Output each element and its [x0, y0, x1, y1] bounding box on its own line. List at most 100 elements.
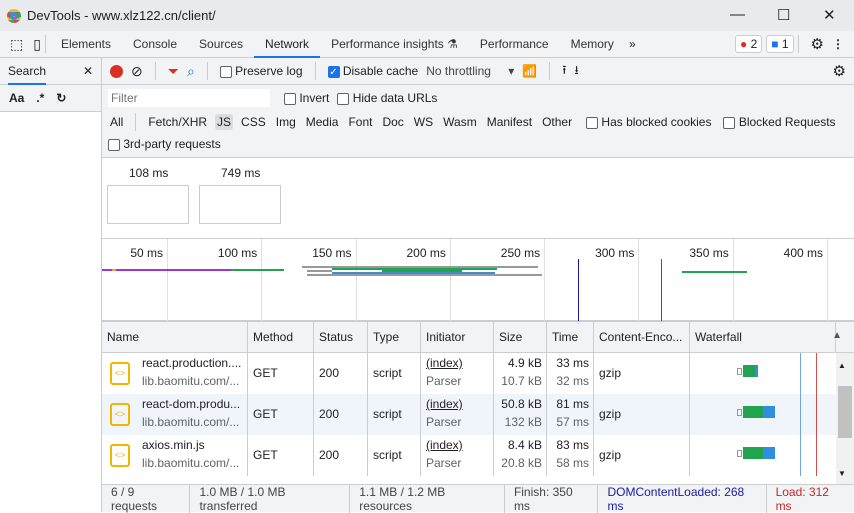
column-header[interactable]: Initiator: [421, 322, 494, 353]
cell: GET: [248, 394, 314, 435]
tab-performance-insights[interactable]: Performance insights ⚗: [320, 31, 469, 58]
waterfall-queue: [737, 409, 742, 416]
network-settings-icon[interactable]: ⚙: [833, 62, 846, 80]
tab-network[interactable]: Network: [254, 31, 321, 58]
clear-icon[interactable]: ⊘: [131, 63, 143, 80]
search-icon[interactable]: ⌕: [187, 63, 195, 80]
more-tabs-icon[interactable]: »: [629, 37, 636, 51]
cell: [690, 435, 836, 476]
filter-icon[interactable]: ⏷: [168, 63, 179, 80]
cell: 33 ms 32 ms: [547, 353, 594, 394]
tab-performance[interactable]: Performance: [469, 31, 560, 58]
messages-badge[interactable]: ■ 1: [766, 35, 794, 53]
column-header[interactable]: Content-Enco...: [594, 322, 690, 353]
device-toolbar-icon[interactable]: ▯: [33, 36, 41, 53]
settings-gear-icon[interactable]: ⚙: [811, 35, 824, 53]
filter-type-manifest[interactable]: Manifest: [485, 114, 534, 130]
resource-size: 20.8 kB: [501, 456, 542, 470]
timeline-bar: [232, 269, 284, 271]
tab-sources[interactable]: Sources: [188, 31, 254, 58]
tab-console[interactable]: Console: [122, 31, 188, 58]
third-party-checkbox[interactable]: 3rd-party requests: [108, 137, 221, 151]
search-tab[interactable]: Search: [8, 58, 47, 85]
screenshot-time: 749 ms: [221, 166, 261, 180]
minimize-button[interactable]: —: [730, 6, 745, 23]
search-panel: Search ✕ Aa .* ↻: [0, 58, 102, 512]
filter-type-media[interactable]: Media: [304, 114, 341, 130]
match-case-button[interactable]: Aa: [9, 91, 24, 105]
filter-type-js[interactable]: JS: [215, 114, 234, 130]
cell: 200: [314, 353, 368, 394]
import-har-icon[interactable]: ⭱: [562, 61, 566, 82]
filter-type-img[interactable]: Img: [274, 114, 298, 130]
throttling-value: No throttling: [426, 64, 491, 78]
column-header[interactable]: Size: [494, 322, 547, 353]
load-time: Load: 312 ms: [775, 484, 829, 513]
cell: [690, 353, 836, 394]
filter-input[interactable]: [108, 89, 270, 107]
more-options-icon[interactable]: ⋮: [832, 37, 844, 51]
export-har-icon[interactable]: ⭳: [574, 61, 578, 82]
title-bar: DevTools - www.xlz122.cn/client/ — ☐ ✕: [0, 0, 854, 31]
cell: gzip: [594, 435, 690, 476]
regex-button[interactable]: .*: [36, 91, 44, 105]
scrollbar[interactable]: ▲ ▼: [836, 353, 854, 484]
cell: 200: [314, 394, 368, 435]
timeline-overview[interactable]: 50 ms 100 ms 150 ms 200 ms 250 ms 300 ms 350 m…: [102, 239, 854, 321]
tick-label: 250 ms: [500, 246, 541, 260]
table-row[interactable]: <> axios.min.js lib.baomitu.com/... GET 200 s…: [102, 435, 836, 476]
column-header[interactable]: Method: [248, 322, 314, 353]
request-name: axios.min.js: [142, 438, 205, 452]
has-blocked-cookies-checkbox[interactable]: Has blocked cookies: [586, 115, 711, 129]
filter-type-fetchxhr[interactable]: Fetch/XHR: [146, 114, 209, 130]
transfer-size: 4.9 kB: [507, 356, 542, 370]
preserve-log-checkbox[interactable]: Preserve log: [219, 64, 303, 78]
close-search-icon[interactable]: ✕: [83, 64, 93, 78]
cell: <> react-dom.produ... lib.baomitu.com/...: [102, 394, 248, 435]
cell: GET: [248, 353, 314, 394]
inspect-element-icon[interactable]: ⬚: [10, 36, 23, 53]
close-button[interactable]: ✕: [823, 6, 836, 24]
has-blocked-cookies-label: Has blocked cookies: [601, 115, 712, 129]
table-row[interactable]: <> react-dom.produ... lib.baomitu.com/... G…: [102, 394, 836, 435]
filter-type-font[interactable]: Font: [346, 114, 374, 130]
filter-type-all[interactable]: All: [108, 114, 125, 130]
hide-data-urls-checkbox[interactable]: Hide data URLs: [337, 91, 437, 105]
script-file-icon: <>: [110, 403, 130, 426]
maximize-button[interactable]: ☐: [777, 6, 790, 24]
throttling-select[interactable]: No throttling ▾: [426, 64, 514, 78]
filter-type-other[interactable]: Other: [540, 114, 574, 130]
request-domain: lib.baomitu.com/...: [142, 374, 240, 388]
table-row[interactable]: <> react.production.... lib.baomitu.com/..…: [102, 353, 836, 394]
errors-badge[interactable]: ● 2: [734, 35, 763, 53]
filter-type-ws[interactable]: WS: [412, 114, 435, 130]
disable-cache-checkbox[interactable]: ✓ Disable cache: [327, 64, 418, 78]
tab-memory[interactable]: Memory: [560, 31, 625, 58]
blocked-requests-label: Blocked Requests: [738, 115, 836, 129]
cell: <> axios.min.js lib.baomitu.com/...: [102, 435, 248, 476]
refresh-icon[interactable]: ↻: [56, 91, 66, 105]
column-header[interactable]: Time: [547, 322, 594, 353]
filter-type-css[interactable]: CSS: [239, 114, 268, 130]
cell: 81 ms 57 ms: [547, 394, 594, 435]
column-header[interactable]: Name: [102, 322, 248, 353]
tab-elements[interactable]: Elements: [50, 31, 122, 58]
table-row[interactable]: [102, 476, 836, 484]
screenshot-thumbnail[interactable]: [199, 185, 281, 224]
sort-ascending-icon[interactable]: ▲: [832, 330, 842, 341]
filter-type-wasm[interactable]: Wasm: [441, 114, 479, 130]
column-header[interactable]: Status: [314, 322, 368, 353]
grid-line: [732, 239, 734, 321]
cell: 200: [314, 435, 368, 476]
record-icon[interactable]: [110, 64, 123, 78]
filter-type-doc[interactable]: Doc: [380, 114, 405, 130]
devtools-tab-bar: ⬚ ▯ Elements Console Sources Network Per…: [0, 31, 854, 58]
invert-checkbox[interactable]: Invert: [284, 91, 329, 105]
status-bar: 6 / 9 requests 1.0 MB / 1.0 MB transferr…: [102, 484, 854, 513]
grid-line: [261, 239, 263, 321]
network-conditions-icon[interactable]: 📶: [522, 64, 537, 78]
blocked-requests-checkbox[interactable]: Blocked Requests: [723, 115, 836, 129]
column-header[interactable]: Type: [368, 322, 421, 353]
column-header[interactable]: Waterfall: [690, 322, 836, 353]
screenshot-thumbnail[interactable]: [107, 185, 189, 224]
